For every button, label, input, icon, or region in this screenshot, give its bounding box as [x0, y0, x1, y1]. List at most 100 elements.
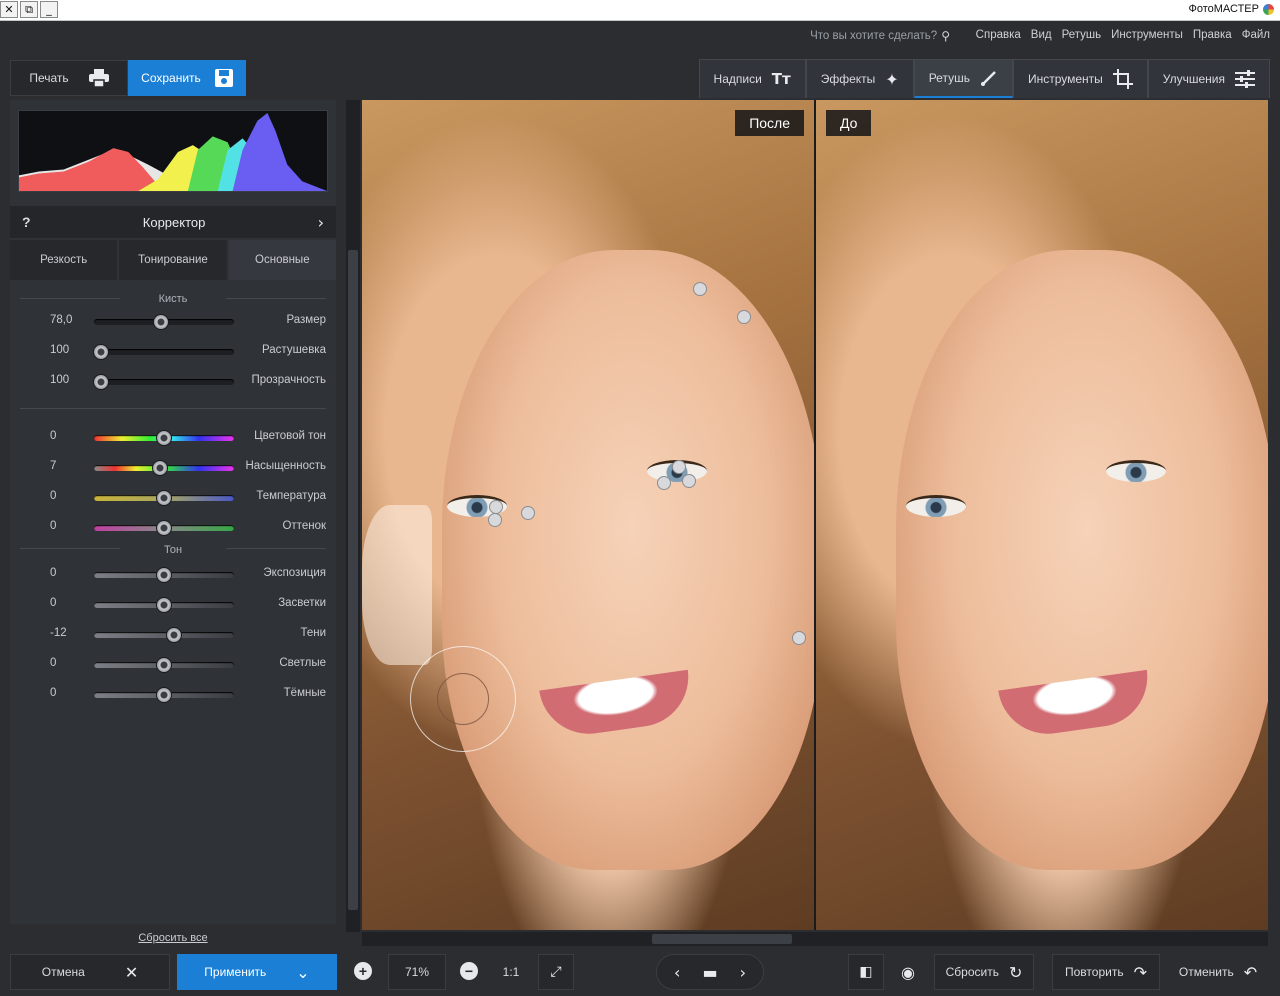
slider-knob[interactable]: [93, 344, 109, 360]
menu-edit[interactable]: Правка: [1193, 29, 1232, 41]
compare-button[interactable]: ◧: [848, 954, 884, 990]
slider-track[interactable]: [94, 520, 234, 536]
slider-knob[interactable]: [156, 597, 172, 613]
previous-icon[interactable]: ‹: [674, 963, 680, 982]
retouch-marker[interactable]: [657, 476, 671, 490]
menu-bar: Что вы хотите сделать? ⚲ Справка Вид Рет…: [0, 22, 1280, 50]
fit-screen-button[interactable]: ⤢: [538, 954, 574, 990]
subtab-basic[interactable]: Основные: [228, 240, 336, 280]
slider-knob[interactable]: [156, 687, 172, 703]
slider-knob[interactable]: [165, 627, 182, 643]
slider-knob[interactable]: [93, 374, 109, 390]
folder-icon[interactable]: ▬: [702, 963, 717, 982]
retouch-marker[interactable]: [682, 474, 696, 488]
command-search[interactable]: Что вы хотите сделать? ⚲: [810, 29, 950, 43]
slider-value: 100: [50, 374, 70, 386]
photo-canvas[interactable]: После До: [362, 100, 1268, 930]
help-button[interactable]: ?: [22, 214, 31, 230]
slider-value: 0: [50, 567, 57, 579]
retouch-marker[interactable]: [488, 513, 502, 527]
bottom-bar: Отмена ✕ Применить ⌄ + 71% − 1:1 ⤢ ‹ ▬ ›…: [0, 950, 1280, 996]
tab-enhancements-label: Улучшения: [1162, 72, 1225, 86]
compare-icon: ◧: [859, 964, 873, 980]
brush-icon: [980, 71, 996, 86]
menu-file[interactable]: Файл: [1242, 29, 1270, 41]
before-photo[interactable]: До: [816, 100, 1268, 930]
scroll-thumb[interactable]: [348, 250, 358, 910]
slider-track[interactable]: [94, 314, 234, 330]
histogram: [18, 110, 328, 192]
before-label: До: [826, 110, 872, 136]
slider-track[interactable]: [94, 597, 234, 613]
slider-track[interactable]: [94, 567, 234, 583]
slider-track[interactable]: [94, 490, 234, 506]
slider-track[interactable]: [93, 374, 234, 390]
menu-retouch[interactable]: Ретушь: [1062, 29, 1102, 41]
zoom-out-button[interactable]: −: [460, 962, 478, 980]
retouch-marker[interactable]: [792, 631, 806, 645]
reset-all-link[interactable]: Сбросить все: [0, 932, 346, 944]
retouch-marker[interactable]: [693, 282, 707, 296]
tab-captions[interactable]: Надписи Tт: [698, 59, 806, 98]
slider-track[interactable]: [94, 460, 234, 476]
restore-window-button[interactable]: ⧉: [20, 1, 38, 18]
slider-knob[interactable]: [156, 490, 172, 506]
menu-tools[interactable]: Инструменты: [1111, 29, 1183, 41]
apply-button[interactable]: Применить ⌄: [177, 954, 337, 990]
vertical-scrollbar[interactable]: [346, 100, 360, 932]
preview-button[interactable]: ◉: [890, 954, 926, 990]
slider-knob[interactable]: [156, 657, 172, 673]
print-button[interactable]: Печать: [10, 60, 128, 96]
retouch-marker[interactable]: [672, 460, 686, 474]
slider-track[interactable]: [94, 687, 234, 703]
slider-knob[interactable]: [156, 520, 172, 536]
apply-label: Применить: [204, 965, 267, 979]
retouch-marker[interactable]: [489, 500, 503, 514]
menu-items: Справка Вид Ретушь Инструменты Правка Фа…: [976, 29, 1270, 41]
slider-value: 0: [50, 490, 57, 502]
slider-label: Цветовой тон: [254, 430, 326, 442]
slider-knob[interactable]: [151, 460, 168, 476]
slider-track[interactable]: [93, 344, 234, 360]
tab-retouch-label: Ретушь: [928, 71, 970, 85]
after-photo[interactable]: После: [362, 100, 814, 930]
close-window-button[interactable]: ✕: [0, 1, 18, 18]
scroll-thumb[interactable]: [652, 934, 792, 944]
tab-effects[interactable]: Эффекты ✦: [805, 59, 914, 98]
slider-row-color: 7 Насыщенность: [10, 458, 336, 478]
tab-retouch[interactable]: Ретушь: [913, 59, 1013, 98]
title-bar: ✕ ⧉ _ ФотоМАСТЕР: [0, 0, 1280, 21]
tab-enhancements[interactable]: Улучшения: [1147, 59, 1270, 98]
slider-label: Тени: [300, 627, 326, 639]
slider-track[interactable]: [94, 657, 234, 673]
undo-button[interactable]: Отменить ↶: [1164, 954, 1272, 990]
crop-icon: [1112, 69, 1133, 89]
reset-button[interactable]: Сбросить ↻: [934, 954, 1034, 990]
menu-view[interactable]: Вид: [1031, 29, 1052, 41]
right-eye: [1106, 460, 1166, 482]
slider-knob[interactable]: [153, 314, 170, 330]
subtab-toning[interactable]: Тонирование: [119, 240, 227, 280]
minimize-window-button[interactable]: _: [40, 1, 58, 18]
search-icon: ⚲: [941, 29, 950, 43]
slider-knob[interactable]: [156, 430, 172, 446]
save-button[interactable]: Сохранить: [128, 60, 246, 96]
chevron-right-icon[interactable]: ›: [318, 213, 324, 232]
slider-track[interactable]: [94, 627, 234, 643]
slider-knob[interactable]: [156, 567, 172, 583]
next-icon[interactable]: ›: [740, 963, 746, 982]
redo-button[interactable]: Повторить ↷: [1052, 954, 1160, 990]
retouch-marker[interactable]: [521, 506, 535, 520]
fit-screen-icon: ⤢: [550, 964, 562, 980]
tab-tools[interactable]: Инструменты: [1012, 59, 1148, 98]
slider-track[interactable]: [94, 430, 234, 446]
retouch-marker[interactable]: [737, 310, 751, 324]
zoom-one-to-one-button[interactable]: 1:1: [492, 954, 530, 990]
main-tabs: Надписи Tт Эффекты ✦ Ретушь Инструменты …: [698, 59, 1270, 98]
zoom-in-button[interactable]: +: [354, 962, 372, 980]
redo-icon: ↷: [1133, 962, 1147, 982]
horizontal-scrollbar[interactable]: [362, 932, 1268, 946]
subtab-sharpness[interactable]: Резкость: [10, 240, 118, 280]
cancel-button[interactable]: Отмена ✕: [10, 954, 170, 990]
menu-help[interactable]: Справка: [976, 29, 1021, 41]
